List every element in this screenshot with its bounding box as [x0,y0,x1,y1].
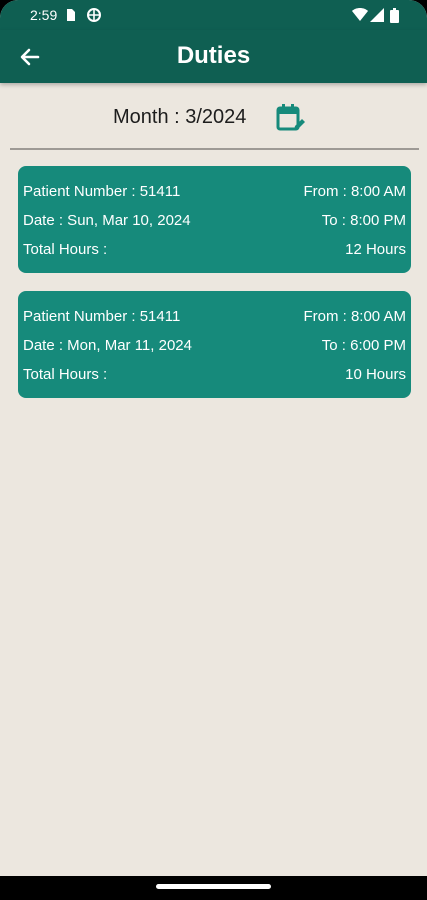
globe-icon [87,8,101,22]
screen: 2:59 Duties Month : 3/2024 Patient Numbe… [0,0,427,900]
home-handle[interactable] [156,884,271,889]
total-hours-value: 12 Hours [345,241,406,258]
battery-icon [390,8,399,23]
month-label: Month : 3/2024 [113,106,247,128]
sim-card-icon [67,9,75,21]
duty-date: Date : Sun, Mar 10, 2024 [23,212,191,229]
page-title: Duties [176,42,251,69]
total-hours-value: 10 Hours [345,366,406,383]
divider [10,148,419,150]
patient-number: Patient Number : 51411 [23,183,181,200]
signal-icon [370,8,384,22]
app-bar: Duties [0,30,427,83]
card-row: Date : Sun, Mar 10, 2024 To : 8:00 PM [23,212,406,232]
card-row: Date : Mon, Mar 11, 2024 To : 6:00 PM [23,337,406,357]
wifi-icon [352,8,368,21]
total-hours-label: Total Hours : [23,366,108,383]
duty-date: Date : Mon, Mar 11, 2024 [23,337,192,354]
patient-number: Patient Number : 51411 [23,308,181,325]
to-time: To : 8:00 PM [321,212,406,229]
status-time: 2:59 [30,7,58,23]
card-row: Total Hours : 10 Hours [23,366,406,386]
duty-card[interactable]: Patient Number : 51411 From : 8:00 AM Da… [18,291,411,398]
calendar-edit-icon[interactable] [275,102,307,134]
month-selector: Month : 3/2024 [0,100,427,136]
duty-card[interactable]: Patient Number : 51411 From : 8:00 AM Da… [18,166,411,273]
status-bar: 2:59 [0,0,427,30]
card-row: Patient Number : 51411 From : 8:00 AM [23,183,406,203]
from-time: From : 8:00 AM [303,183,406,200]
card-row: Total Hours : 12 Hours [23,241,406,261]
total-hours-label: Total Hours : [23,241,108,258]
card-row: Patient Number : 51411 From : 8:00 AM [23,308,406,328]
to-time: To : 6:00 PM [321,337,406,354]
from-time: From : 8:00 AM [303,308,406,325]
